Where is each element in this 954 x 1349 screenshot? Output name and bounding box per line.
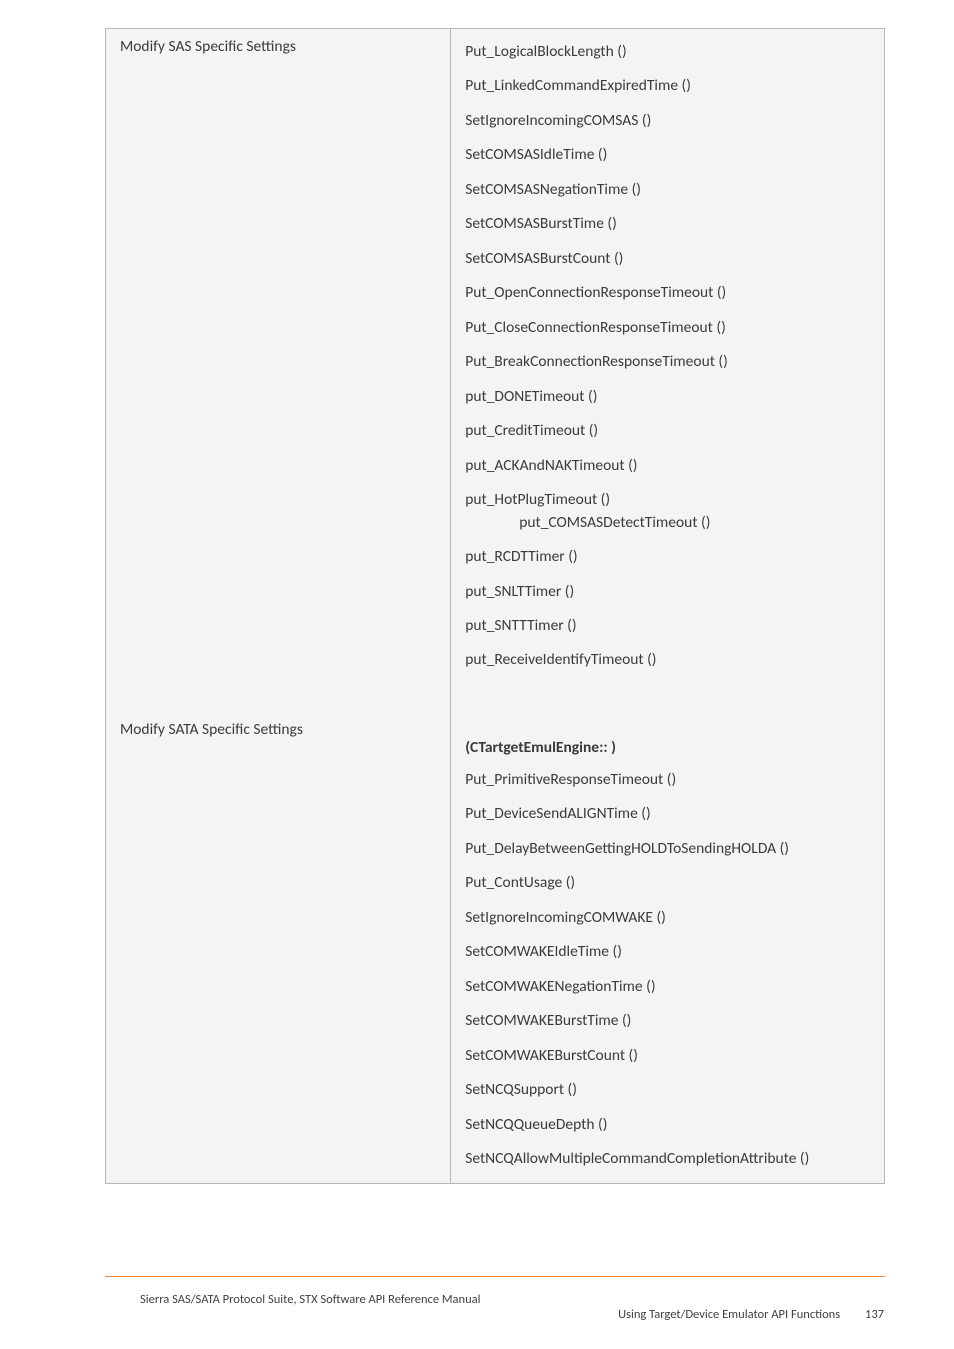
func-item: Put_ContUsage ()	[465, 866, 874, 900]
func-item: put_HotPlugTimeout ()	[465, 483, 874, 511]
footer-left-text: Sierra SAS/SATA Protocol Suite, STX Soft…	[140, 1292, 481, 1307]
func-item: SetCOMSASBurstCount ()	[465, 242, 874, 276]
footer-right-text: Using Target/Device Emulator API Functio…	[618, 1307, 840, 1322]
footer-rule	[105, 1276, 885, 1277]
func-item: SetCOMWAKENegationTime ()	[465, 970, 874, 1004]
sata-heading: (CTartgetEmulEngine:: )	[465, 732, 874, 763]
func-item: put_SNTTTimer ()	[465, 609, 874, 643]
func-item: SetNCQQueueDepth ()	[465, 1108, 874, 1142]
func-item: SetCOMWAKEBurstTime ()	[465, 1004, 874, 1038]
func-item: Put_CloseConnectionResponseTimeout ()	[465, 311, 874, 345]
page-number: 137	[865, 1307, 884, 1322]
func-item: Put_OpenConnectionResponseTimeout ()	[465, 276, 874, 310]
func-item: Put_BreakConnectionResponseTimeout ()	[465, 345, 874, 379]
func-item: put_SNLTTimer ()	[465, 575, 874, 609]
func-item-indented: put_COMSASDetectTimeout ()	[465, 512, 874, 540]
func-item: Put_LogicalBlockLength ()	[465, 35, 874, 69]
sas-func-list: Put_LogicalBlockLength () Put_LinkedComm…	[451, 29, 884, 684]
sata-func-list: (CTartgetEmulEngine:: ) Put_PrimitiveRes…	[451, 712, 884, 1183]
func-item: put_ACKAndNAKTimeout ()	[465, 449, 874, 483]
func-item: put_RCDTTimer ()	[465, 540, 874, 574]
func-item: SetCOMSASNegationTime ()	[465, 173, 874, 207]
func-item: put_ReceiveIdentifyTimeout ()	[465, 643, 874, 677]
func-item: SetCOMSASBurstTime ()	[465, 207, 874, 241]
label-sas: Modify SAS Specific Settings	[106, 29, 450, 62]
func-item: put_DONETimeout ()	[465, 380, 874, 414]
func-item: put_CreditTimeout ()	[465, 414, 874, 448]
func-item: SetIgnoreIncomingCOMWAKE ()	[465, 901, 874, 935]
func-item: SetNCQSupport ()	[465, 1073, 874, 1107]
label-sata: Modify SATA Specific Settings	[106, 712, 450, 745]
api-table: Modify SAS Specific Settings Put_Logical…	[105, 28, 885, 1184]
func-item: SetCOMWAKEBurstCount ()	[465, 1039, 874, 1073]
row-sata-settings: Modify SATA Specific Settings (CTartgetE…	[106, 712, 885, 1183]
func-item: SetCOMSASIdleTime ()	[465, 138, 874, 172]
spacer-row	[106, 684, 885, 712]
func-item: Put_DelayBetweenGettingHOLDToSendingHOLD…	[465, 832, 874, 866]
row-sas-settings: Modify SAS Specific Settings Put_Logical…	[106, 29, 885, 684]
func-item: Put_DeviceSendALIGNTime ()	[465, 797, 874, 831]
func-item: SetNCQAllowMultipleCommandCompletionAttr…	[465, 1142, 874, 1176]
func-item: SetCOMWAKEIdleTime ()	[465, 935, 874, 969]
footer-right: Using Target/Device Emulator API Functio…	[618, 1307, 884, 1322]
func-item: Put_PrimitiveResponseTimeout ()	[465, 763, 874, 797]
func-item: Put_LinkedCommandExpiredTime ()	[465, 69, 874, 103]
func-item: SetIgnoreIncomingCOMSAS ()	[465, 104, 874, 138]
